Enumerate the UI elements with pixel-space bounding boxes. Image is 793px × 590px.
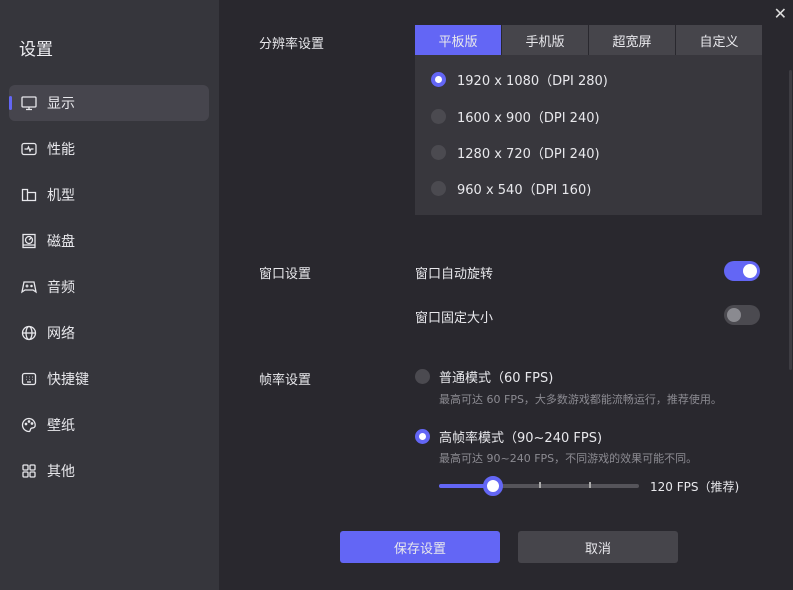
sidebar-item-other[interactable]: 其他 [9, 453, 209, 489]
resolution-option[interactable]: 960 x 540（DPI 160) [431, 179, 591, 198]
option-label: 1920 x 1080（DPI 280) [457, 74, 608, 89]
sidebar-item-label: 磁盘 [47, 234, 75, 250]
gamepad-icon [21, 281, 37, 294]
sidebar-item-label: 网络 [47, 326, 75, 342]
radio[interactable] [431, 145, 446, 160]
tab-custom[interactable]: 自定义 [676, 25, 762, 55]
sidebar-item-label: 性能 [47, 142, 75, 158]
settings-title: 设置 [19, 40, 53, 60]
radio-selected[interactable] [431, 72, 446, 87]
sidebar-item-label: 快捷键 [47, 372, 89, 388]
sidebar-item-wallpaper[interactable]: 壁纸 [9, 407, 209, 443]
high-mode-title: 高帧率模式（90~240 FPS) [439, 431, 603, 446]
option-label: 1600 x 900（DPI 240) [457, 111, 600, 126]
slider-tick [539, 482, 541, 488]
close-icon[interactable]: ✕ [774, 4, 787, 23]
slider-value: 120 FPS（推荐) [650, 480, 740, 494]
sidebar: 设置 显示 性能 机型 磁盘 音频 网络 快捷键 壁纸 其他 [0, 0, 219, 590]
tab-phone[interactable]: 手机版 [502, 25, 588, 55]
sidebar-item-model[interactable]: 机型 [9, 177, 209, 213]
tab-tablet[interactable]: 平板版 [415, 25, 501, 55]
sidebar-item-label: 显示 [47, 96, 75, 112]
sidebar-item-label: 其他 [47, 464, 75, 480]
auto-rotate-label: 窗口自动旋转 [415, 267, 494, 282]
grid-icon [22, 464, 36, 478]
slider-thumb[interactable] [483, 476, 503, 496]
resolution-option[interactable]: 1600 x 900（DPI 240) [431, 107, 600, 126]
palette-icon [21, 417, 36, 433]
sidebar-item-shortcuts[interactable]: 快捷键 [9, 361, 209, 397]
high-mode-desc: 最高可达 90~240 FPS，不同游戏的效果可能不同。 [439, 452, 698, 465]
radio[interactable] [431, 181, 446, 196]
option-label: 960 x 540（DPI 160) [457, 183, 592, 198]
fixed-size-label: 窗口固定大小 [415, 311, 494, 326]
resolution-option[interactable]: 1280 x 720（DPI 240) [431, 143, 600, 162]
auto-rotate-toggle[interactable] [724, 261, 760, 281]
high-mode-option[interactable]: 高帧率模式（90~240 FPS) [415, 427, 602, 446]
sidebar-item-performance[interactable]: 性能 [9, 131, 209, 167]
disk-icon [22, 233, 36, 249]
resolution-option[interactable]: 1920 x 1080（DPI 280) [431, 70, 608, 89]
radio[interactable] [415, 369, 430, 384]
sidebar-item-label: 壁纸 [47, 418, 75, 434]
tab-ultrawide[interactable]: 超宽屏 [589, 25, 675, 55]
folder-icon [21, 188, 37, 202]
framerate-label: 帧率设置 [259, 373, 312, 388]
keyboard-icon [21, 372, 37, 386]
radio[interactable] [431, 109, 446, 124]
radio-selected[interactable] [415, 429, 430, 444]
resolution-panel: 1920 x 1080（DPI 280) 1600 x 900（DPI 240)… [415, 55, 762, 215]
cancel-button[interactable]: 取消 [518, 531, 678, 563]
option-label: 1280 x 720（DPI 240) [457, 147, 600, 162]
sidebar-item-label: 音频 [47, 280, 75, 296]
globe-icon [21, 325, 37, 341]
slider-tick [589, 482, 591, 488]
sidebar-item-network[interactable]: 网络 [9, 315, 209, 351]
fps-slider[interactable] [439, 476, 639, 496]
normal-mode-title: 普通模式（60 FPS) [439, 371, 554, 386]
normal-mode-option[interactable]: 普通模式（60 FPS) [415, 367, 553, 386]
monitor-icon [21, 96, 37, 111]
resolution-tabs: 平板版 手机版 超宽屏 自定义 [415, 25, 762, 55]
fixed-size-toggle[interactable] [724, 305, 760, 325]
scrollbar[interactable] [789, 70, 792, 370]
resolution-label: 分辨率设置 [259, 37, 325, 52]
sidebar-item-display[interactable]: 显示 [9, 85, 209, 121]
sidebar-item-disk[interactable]: 磁盘 [9, 223, 209, 259]
sidebar-item-label: 机型 [47, 188, 75, 204]
normal-mode-desc: 最高可达 60 FPS，大多数游戏都能流畅运行，推荐使用。 [439, 393, 722, 406]
sidebar-item-audio[interactable]: 音频 [9, 269, 209, 305]
save-button[interactable]: 保存设置 [340, 531, 500, 563]
performance-icon [21, 142, 37, 156]
window-label: 窗口设置 [259, 267, 312, 282]
